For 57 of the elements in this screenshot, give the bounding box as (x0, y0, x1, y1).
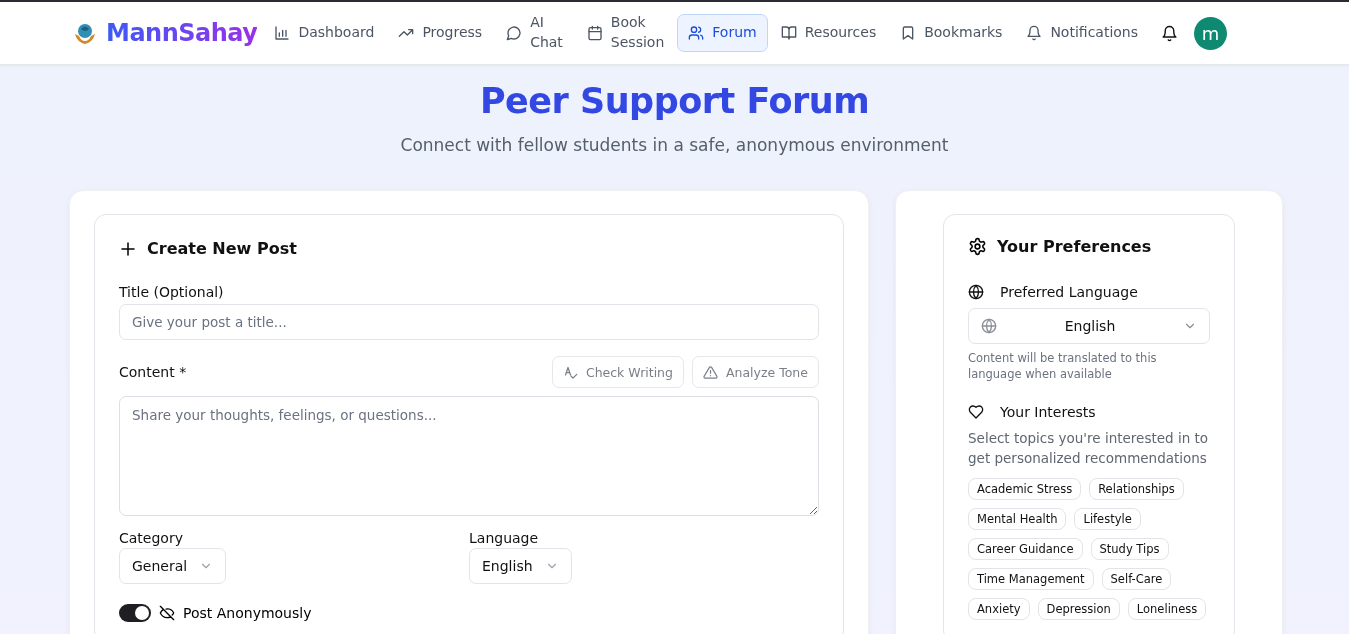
field-label: Category (119, 530, 184, 546)
nav-tab[interactable]: Bookmarks (889, 14, 1014, 52)
brand-name[interactable]: MannSahay (106, 19, 258, 47)
topic-chip[interactable]: Study Tips (1090, 538, 1169, 560)
title-input-field[interactable]: Give your post a title... (119, 304, 819, 340)
topic-chip[interactable]: Career Guidance (968, 538, 1083, 560)
page-subtitle: Connect with fellow students in a safe, anonymous environment (399, 135, 950, 155)
toggle-label: Post Anonymously (183, 605, 312, 621)
bell-icon (1026, 25, 1043, 41)
card-heading: Your Preferences (997, 237, 1152, 256)
topic-chip[interactable]: Lifestyle (1074, 508, 1141, 530)
globe-icon (981, 318, 997, 334)
topic-chip[interactable]: Academic Stress (968, 478, 1082, 500)
globe-icon (968, 284, 984, 300)
preferred-language-dropdown[interactable]: English (968, 308, 1210, 344)
nav-tab[interactable]: Book Session (575, 4, 676, 62)
section-label: Your Interests (1000, 404, 1096, 420)
field-label: Language (469, 530, 540, 546)
nav-tab[interactable]: Progress (387, 14, 494, 52)
nav-tab[interactable]: Dashboard (263, 14, 386, 52)
card-heading: Create New Post (147, 239, 297, 258)
topic-chip[interactable]: Time Management (968, 568, 1094, 590)
content-text-area[interactable]: Share your thoughts, feelings, or questions... (119, 396, 819, 516)
field-label: Content * (119, 364, 187, 380)
category-dropdown[interactable]: General (119, 548, 227, 584)
users-icon (688, 25, 705, 41)
nav-tab[interactable]: Forum (677, 14, 768, 52)
field-label: Title (Optional) (119, 284, 225, 300)
helper-text: Content will be translated to this language when available (968, 350, 1158, 382)
nav-tab[interactable]: Notifications (1015, 14, 1149, 52)
eye-off-icon (159, 605, 175, 621)
topic-chip[interactable]: Relationships (1089, 478, 1184, 500)
check-writing-button[interactable]: Check Writing (551, 356, 684, 388)
nav-tab[interactable]: Resources (769, 14, 888, 52)
anonymous-toggle[interactable] (119, 604, 151, 622)
language-dropdown[interactable]: English (469, 548, 572, 584)
analyze-tone-button[interactable]: Analyze Tone (692, 356, 819, 388)
helper-text: Select topics you're interested in to get personalized recommendations (968, 429, 1210, 468)
topic-chip[interactable]: Depression (1037, 598, 1120, 620)
heart-icon (968, 404, 984, 420)
page-title: Peer Support Forum (478, 80, 871, 123)
warning-icon (703, 364, 718, 380)
user-avatar[interactable]: m (1194, 16, 1227, 50)
bell-icon[interactable] (1161, 24, 1178, 42)
topic-chip[interactable]: Loneliness (1127, 598, 1207, 620)
settings-icon (968, 237, 987, 256)
chat-bubble-icon (506, 25, 523, 41)
calendar-icon (586, 25, 603, 41)
book-icon (780, 25, 797, 41)
nav-tab[interactable]: AI Chat (495, 4, 574, 62)
topic-chip[interactable]: Anxiety (968, 598, 1030, 620)
topic-chip[interactable]: Mental Health (968, 508, 1067, 530)
section-label: Preferred Language (1000, 284, 1138, 300)
topic-chip[interactable]: Self-Care (1101, 568, 1172, 590)
bar-chart-icon (274, 25, 291, 41)
spell-check-icon (562, 364, 578, 380)
plus-icon (119, 239, 137, 258)
